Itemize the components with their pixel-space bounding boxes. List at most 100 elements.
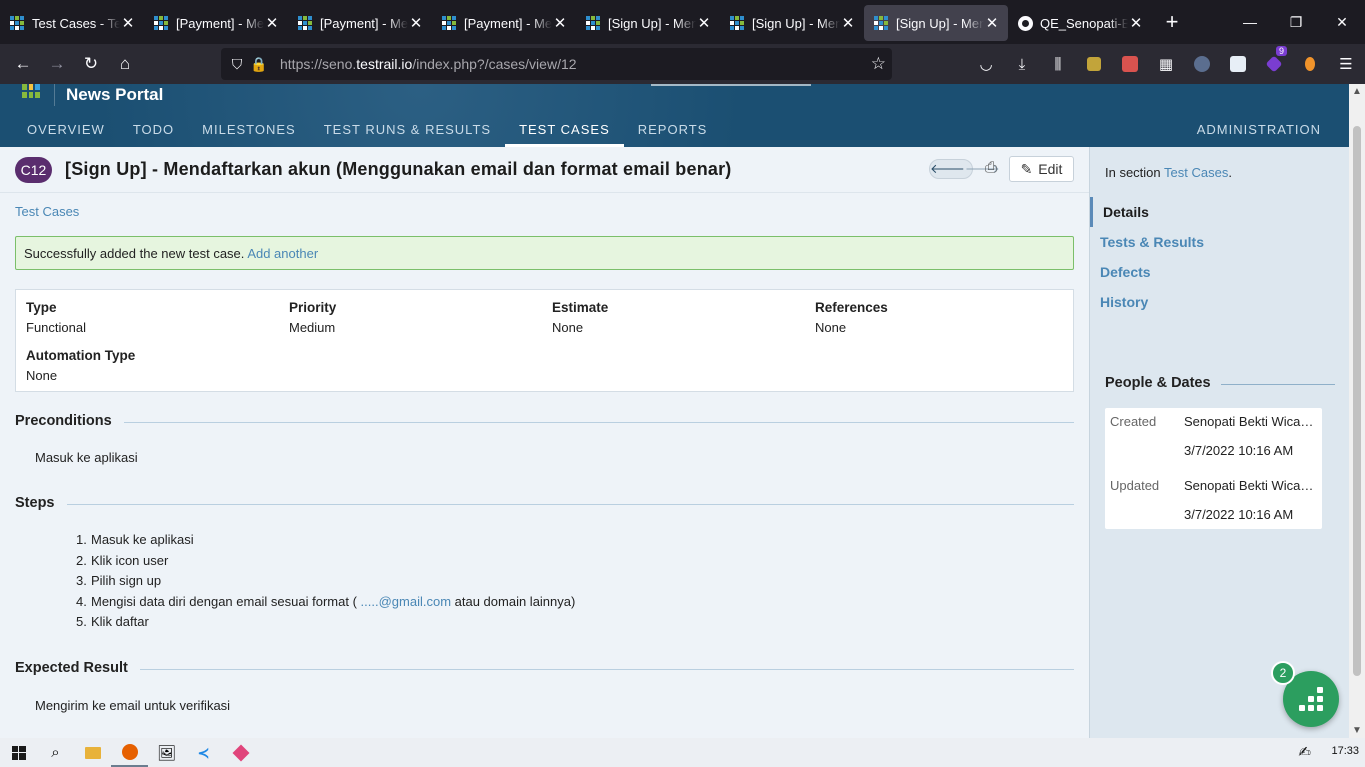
close-tab-icon[interactable]: ✕ (552, 14, 568, 32)
field-value: None (815, 320, 847, 335)
browser-tab[interactable]: [Payment] - Melakukan ✕ (288, 5, 432, 41)
extension-cursor-icon[interactable] (1184, 48, 1220, 80)
print-icon[interactable]: ⎙ (982, 159, 1000, 179)
bookmark-star-icon[interactable]: ☆ (871, 54, 886, 74)
tab-title: [Sign Up] - Mendaftarkan (752, 15, 840, 31)
vscode-icon[interactable]: ≺ (185, 738, 222, 767)
testrail-icon (298, 16, 312, 30)
main-nav: OVERVIEW TODO MILESTONES TEST RUNS & RES… (0, 120, 721, 147)
nav-administration[interactable]: ADMINISTRATION (1197, 120, 1321, 140)
nav-test-runs-results[interactable]: TEST RUNS & RESULTS (310, 120, 505, 147)
pencil-icon: ✎ (1020, 160, 1033, 177)
field-label: Type (26, 300, 57, 315)
library-icon[interactable]: ⫼ (1040, 48, 1076, 80)
pen-icon[interactable]: ✍ (1298, 743, 1311, 761)
close-tab-icon[interactable]: ✕ (840, 14, 856, 32)
close-tab-icon[interactable]: ✕ (408, 14, 424, 32)
nav-reports[interactable]: REPORTS (624, 120, 722, 147)
scroll-up-icon[interactable]: ▲ (1349, 86, 1365, 97)
scrollbar-thumb[interactable] (1353, 126, 1361, 676)
close-tab-icon[interactable]: ✕ (696, 14, 712, 32)
created-label: Created (1110, 414, 1157, 429)
scroll-down-icon[interactable]: ▼ (1349, 725, 1365, 736)
github-icon (1018, 15, 1033, 31)
preconditions-text: Masuk ke aplikasi (35, 450, 138, 465)
new-tab-button[interactable]: + (1154, 4, 1190, 40)
tab-title: QE_Senopati-Bekti (1040, 15, 1128, 31)
url-text[interactable]: https://seno.testrail.io/index.php?/case… (280, 56, 577, 72)
restore-window-button[interactable]: ❐ (1273, 0, 1319, 44)
sidebar-item-tests-results[interactable]: Tests & Results (1090, 227, 1349, 257)
browser-tab[interactable]: Test Cases - TestRail ✕ (0, 5, 144, 41)
field-value: None (552, 320, 584, 335)
menu-hamburger-icon[interactable]: ☰ (1328, 48, 1364, 80)
step-item: 2. Klik icon user (76, 552, 169, 568)
section-link[interactable]: Test Cases (1164, 165, 1228, 180)
case-title-bar: C12 [Sign Up] - Mendaftarkan akun (Mengg… (0, 147, 1089, 193)
sidebar-item-details[interactable]: Details (1090, 197, 1349, 227)
close-window-button[interactable]: ✕ (1319, 0, 1365, 44)
home-button[interactable]: ⌂ (108, 48, 142, 80)
breadcrumb[interactable]: Test Cases (15, 204, 79, 219)
image-viewer-icon[interactable]: 🖼 (148, 738, 185, 767)
pocket-icon[interactable]: ◡ (968, 48, 1004, 80)
section-title: Steps (15, 495, 67, 511)
browser-tab[interactable]: QE_Senopati-Bekti ✕ (1008, 5, 1152, 41)
reload-button[interactable]: ↻ (74, 48, 108, 80)
minimize-window-button[interactable]: — (1227, 0, 1273, 44)
sidebar-item-history[interactable]: History (1090, 287, 1349, 317)
nav-overview[interactable]: OVERVIEW (0, 120, 119, 147)
field-references: References None (815, 300, 888, 335)
address-bar[interactable]: ⛉ 🔒 https://seno.testrail.io/index.php?/… (221, 48, 892, 80)
shield-icon[interactable]: ⛉ (226, 56, 248, 73)
browser-tab-active[interactable]: [Sign Up] - Mendaftarkan ✕ (864, 5, 1008, 41)
extension-badge-icon[interactable]: 9 (1256, 46, 1292, 80)
tab-title: [Payment] - Melakukan (320, 15, 408, 31)
browser-tab[interactable]: [Payment] - Melakukan ✕ (144, 5, 288, 41)
extension-red-icon[interactable] (1112, 48, 1148, 80)
project-name[interactable]: News Portal (66, 85, 163, 105)
close-tab-icon[interactable]: ✕ (264, 14, 280, 32)
forward-button[interactable]: → (40, 48, 74, 80)
app-diamond-icon[interactable] (222, 738, 259, 767)
taskbar-clock[interactable]: 17:33 (1331, 745, 1359, 757)
created-by: Senopati Bekti Wicaksono (1184, 414, 1314, 429)
edit-button[interactable]: ✎ Edit (1009, 156, 1074, 182)
tab-title: [Payment] - Melakukan (464, 15, 552, 31)
close-tab-icon[interactable]: ✕ (120, 14, 136, 32)
field-label: Estimate (552, 300, 609, 315)
field-automation-type: Automation Type None (26, 348, 135, 383)
search-bar-edge (651, 84, 811, 86)
page-scrollbar[interactable]: ▲ ▼ (1349, 84, 1365, 738)
add-another-link[interactable]: Add another (247, 246, 318, 261)
file-explorer-icon[interactable] (74, 738, 111, 767)
tab-title: [Sign Up] - Mendaftarkan (608, 15, 696, 31)
nav-test-cases[interactable]: TEST CASES (505, 120, 624, 147)
previous-case-icon[interactable]: 🡐 (930, 161, 965, 177)
browser-tab[interactable]: [Sign Up] - Mendaftarkan ✕ (720, 5, 864, 41)
browser-tab[interactable]: [Sign Up] - Mendaftarkan ✕ (576, 5, 720, 41)
windows-start-icon[interactable] (0, 738, 37, 767)
testrail-logo-icon[interactable] (22, 84, 40, 98)
tab-title: Test Cases - TestRail (32, 15, 120, 31)
help-launcher-button[interactable]: 2 (1271, 661, 1339, 727)
nav-milestones[interactable]: MILESTONES (188, 120, 310, 147)
firefox-icon[interactable] (111, 738, 148, 767)
in-section-text: In section Test Cases. (1105, 165, 1232, 180)
extension-calc-icon[interactable]: ▦ (1148, 48, 1184, 80)
extension-orange-icon[interactable] (1292, 48, 1328, 80)
back-button[interactable]: ← (6, 48, 40, 80)
section-title: Preconditions (15, 413, 124, 429)
search-icon[interactable]: ⌕ (37, 738, 74, 767)
extension-autofill-icon[interactable] (1220, 48, 1256, 80)
close-tab-icon[interactable]: ✕ (984, 14, 1000, 32)
close-tab-icon[interactable]: ✕ (1128, 14, 1144, 32)
notification-count-badge: 2 (1271, 661, 1295, 685)
nav-todo[interactable]: TODO (119, 120, 188, 147)
lock-icon[interactable]: 🔒 (248, 56, 270, 73)
extension-grid-icon[interactable] (1076, 48, 1112, 80)
download-icon[interactable]: ⤓ (1004, 48, 1040, 80)
browser-tab[interactable]: [Payment] - Melakukan ✕ (432, 5, 576, 41)
sidebar-item-defects[interactable]: Defects (1090, 257, 1349, 287)
email-example-link[interactable]: .....@gmail.com (361, 594, 452, 609)
